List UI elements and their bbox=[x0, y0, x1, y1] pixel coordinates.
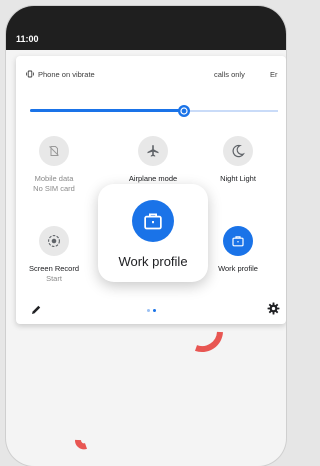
tile-airplane-label: Airplane mode bbox=[128, 174, 178, 183]
tile-night-light-label: Night Light bbox=[220, 174, 256, 183]
wallpaper-arc-lower bbox=[75, 439, 88, 450]
vibrate-icon bbox=[26, 70, 34, 78]
wallpaper-arc bbox=[194, 331, 223, 353]
screen-record-icon bbox=[48, 235, 60, 247]
tile-mobile-data-circle bbox=[39, 136, 69, 166]
no-sim-icon bbox=[49, 146, 59, 156]
brightness-thumb-icon[interactable] bbox=[177, 104, 191, 118]
moon-icon bbox=[232, 144, 245, 158]
tile-screen-record-label: Screen Record bbox=[28, 264, 80, 273]
tile-mobile-data-label: Mobile data bbox=[34, 174, 74, 183]
brightness-fill bbox=[30, 109, 184, 112]
page-dot-1 bbox=[147, 309, 150, 312]
briefcase-icon bbox=[144, 213, 162, 230]
tile-screen-record-sublabel: Start bbox=[46, 274, 62, 283]
tile-work-profile-circle bbox=[223, 226, 253, 256]
tile-airplane-mode[interactable]: Airplane mode bbox=[108, 136, 198, 184]
tile-night-light[interactable]: Night Light bbox=[193, 136, 283, 184]
edit-pencil-icon[interactable] bbox=[30, 304, 42, 316]
tile-airplane-circle bbox=[138, 136, 168, 166]
page-indicator bbox=[147, 309, 159, 313]
tile-mobile-data-sublabel: No SIM card bbox=[33, 184, 75, 193]
tile-screen-record[interactable]: Screen Record Start bbox=[9, 226, 99, 284]
dnd-status-label[interactable]: calls only bbox=[214, 70, 245, 79]
vibrate-status-label[interactable]: Phone on vibrate bbox=[38, 70, 95, 79]
status-time: 11:00 bbox=[16, 34, 39, 44]
work-profile-popup[interactable]: Work profile bbox=[98, 184, 208, 282]
tile-screen-record-circle bbox=[39, 226, 69, 256]
tile-night-light-circle bbox=[223, 136, 253, 166]
truncated-status-label[interactable]: Er bbox=[270, 70, 278, 79]
tile-mobile-data[interactable]: Mobile data No SIM card bbox=[9, 136, 99, 194]
settings-gear-icon[interactable] bbox=[267, 302, 280, 315]
airplane-icon bbox=[147, 145, 159, 157]
page-dot-2 bbox=[153, 309, 156, 312]
popup-label: Work profile bbox=[118, 254, 188, 269]
status-bar: 11:00 bbox=[6, 6, 286, 50]
popup-icon-circle bbox=[132, 200, 174, 242]
briefcase-icon bbox=[232, 236, 244, 247]
brightness-slider[interactable] bbox=[30, 104, 278, 118]
